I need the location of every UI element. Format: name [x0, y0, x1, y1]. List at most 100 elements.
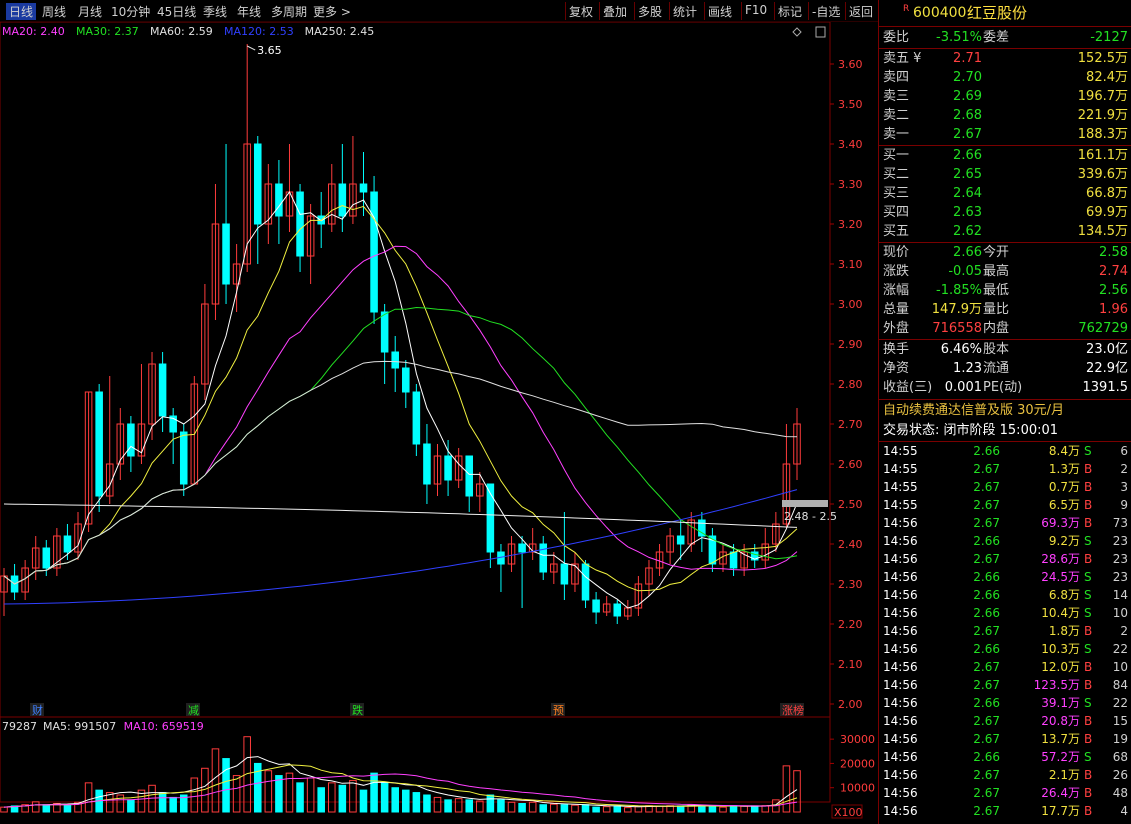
volume-bar[interactable] [31, 801, 40, 813]
toolbar-button-5[interactable]: F10 [745, 3, 767, 17]
buy-row-2[interactable]: 买三 2.64 66.8万 [879, 184, 1131, 203]
volume-bar[interactable] [232, 775, 241, 813]
volume-bar[interactable] [655, 805, 664, 813]
candle-body[interactable] [402, 367, 410, 393]
volume-bar[interactable] [676, 805, 685, 813]
volume-bar[interactable] [296, 782, 304, 813]
candle-body[interactable] [380, 311, 389, 353]
volume-bar[interactable] [740, 805, 748, 813]
candle-body[interactable] [592, 599, 600, 613]
volume-bar[interactable] [476, 800, 484, 813]
candle-body[interactable] [560, 563, 569, 585]
tick-row[interactable]: 14:55 2.67 6.5万 B 9 [879, 496, 1131, 514]
volume-bar[interactable] [0, 806, 8, 813]
sell-row-4[interactable]: 卖一 2.67 188.3万 [879, 125, 1131, 144]
volume-bar[interactable] [518, 803, 526, 813]
candle-body[interactable] [95, 391, 103, 497]
sell-row-2[interactable]: 卖三 2.69 196.7万 [879, 87, 1131, 106]
volume-bar[interactable] [782, 765, 791, 813]
volume-bar[interactable] [169, 796, 177, 813]
volume-bar[interactable] [750, 805, 759, 813]
panel-toggle-icon[interactable] [815, 26, 826, 38]
tick-row[interactable]: 14:56 2.66 9.2万 S 23 [879, 532, 1131, 550]
volume-bar[interactable] [444, 799, 452, 813]
volume-bar[interactable] [63, 804, 72, 813]
candle-body[interactable] [423, 443, 431, 485]
candle-body[interactable] [127, 423, 135, 457]
candle-body[interactable] [158, 363, 167, 417]
volume-bar[interactable] [317, 787, 325, 813]
tick-row[interactable]: 14:55 2.67 0.7万 B 3 [879, 478, 1131, 496]
event-marker-2[interactable]: 跌 [352, 703, 363, 717]
volume-bar[interactable] [127, 799, 135, 813]
period-tab-6[interactable]: 年线 [237, 3, 261, 20]
tick-row[interactable]: 14:55 2.66 8.4万 S 6 [879, 442, 1131, 460]
tick-row[interactable]: 14:56 2.67 123.5万 B 84 [879, 676, 1131, 694]
volume-bar[interactable] [539, 804, 548, 813]
tick-row[interactable]: 14:56 2.66 57.2万 S 68 [879, 748, 1131, 766]
volume-bar[interactable] [592, 806, 600, 813]
event-marker-3[interactable]: 预 [553, 704, 564, 717]
volume-bar[interactable] [222, 758, 230, 813]
volume-bar[interactable] [708, 806, 717, 813]
volume-bar[interactable] [190, 777, 199, 813]
sell-row-3[interactable]: 卖二 2.68 221.9万 [879, 106, 1131, 125]
toolbar-button-2[interactable]: 多股 [638, 3, 662, 20]
tick-row[interactable]: 14:56 2.66 39.1万 S 22 [879, 694, 1131, 712]
tick-row[interactable]: 14:56 2.67 28.6万 B 23 [879, 550, 1131, 568]
tick-row[interactable]: 14:56 2.67 69.3万 B 73 [879, 514, 1131, 532]
toolbar-button-8[interactable]: 返回 [849, 3, 873, 20]
volume-bar[interactable] [497, 799, 505, 813]
buy-row-1[interactable]: 买二 2.65 339.6万 [879, 165, 1131, 184]
volume-bar[interactable] [454, 798, 463, 813]
volume-bar[interactable] [624, 807, 632, 813]
candle-body[interactable] [338, 183, 347, 217]
period-tab-0[interactable]: 日线 [6, 3, 37, 20]
diamond-icon[interactable] [792, 27, 802, 37]
volume-bar[interactable] [338, 784, 347, 813]
candle-body[interactable] [676, 535, 685, 545]
candle-body[interactable] [222, 223, 230, 285]
volume-bar[interactable] [264, 770, 273, 813]
volume-bar[interactable] [327, 782, 336, 813]
tick-row[interactable]: 14:56 2.67 17.7万 B 4 [879, 802, 1131, 820]
period-tab-3[interactable]: 10分钟 [111, 3, 150, 20]
buy-row-4[interactable]: 买五 2.62 134.5万 [879, 222, 1131, 241]
volume-bar[interactable] [391, 787, 399, 813]
volume-bar[interactable] [116, 794, 125, 813]
volume-bar[interactable] [602, 806, 611, 813]
tick-row[interactable]: 14:56 2.67 12.0万 B 10 [879, 658, 1131, 676]
tick-row[interactable]: 14:56 2.66 6.8万 S 14 [879, 586, 1131, 604]
volume-bar[interactable] [433, 796, 442, 813]
candle-body[interactable] [539, 543, 548, 573]
candle-body[interactable] [412, 391, 421, 445]
volume-bar[interactable] [370, 772, 378, 813]
event-marker-0[interactable]: 财 [32, 703, 43, 717]
candle-body[interactable] [42, 547, 51, 569]
volume-bar[interactable] [729, 805, 738, 813]
volume-bar[interactable] [349, 779, 357, 813]
volume-bar[interactable] [423, 794, 431, 813]
volume-bar[interactable] [412, 792, 421, 813]
volume-bar[interactable] [211, 748, 220, 813]
sell-row-1[interactable]: 卖四 2.70 82.4万 [879, 68, 1131, 87]
period-tab-4[interactable]: 45日线 [157, 3, 196, 20]
period-tab-2[interactable]: 月线 [78, 3, 102, 20]
volume-bar[interactable] [634, 806, 643, 813]
candle-body[interactable] [296, 191, 304, 257]
candle-body[interactable] [518, 543, 526, 553]
tick-row[interactable]: 14:56 2.67 13.7万 B 19 [879, 730, 1131, 748]
kline-chart[interactable]: 3.60 3.50 3.40 3.30 3.20 3.10 3.00 2.90 2.80 2.70… [0, 22, 878, 824]
tick-row[interactable]: 14:56 2.66 10.4万 S 10 [879, 604, 1131, 622]
candle-body[interactable] [444, 455, 452, 481]
tick-row[interactable]: 14:56 2.67 2.1万 B 26 [879, 766, 1131, 784]
event-marker-4[interactable]: 涨榜 [782, 703, 804, 717]
toolbar-button-6[interactable]: 标记 [778, 3, 802, 20]
volume-bar[interactable] [528, 801, 537, 813]
candle-body[interactable] [63, 535, 72, 553]
tick-row[interactable]: 14:56 2.67 26.4万 B 48 [879, 784, 1131, 802]
candle-body[interactable] [465, 455, 474, 497]
buy-row-0[interactable]: 买一 2.66 161.1万 [879, 146, 1131, 165]
tick-row[interactable]: 14:56 2.66 24.5万 S 23 [879, 568, 1131, 586]
volume-bar[interactable] [275, 775, 283, 813]
